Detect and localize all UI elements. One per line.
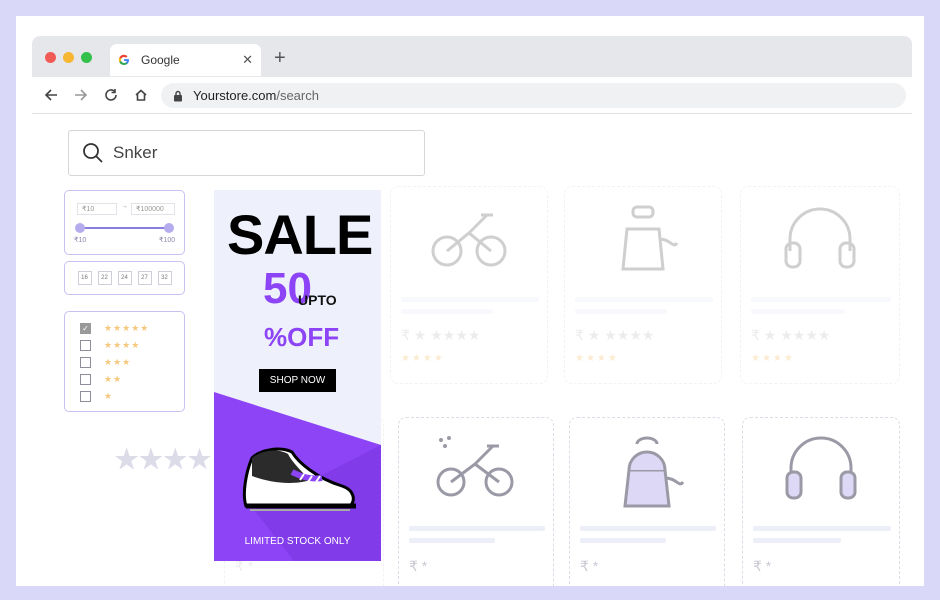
back-arrow-icon[interactable] <box>42 86 60 104</box>
price-min-input[interactable]: ₹10 <box>77 203 117 215</box>
size-option[interactable]: 24 <box>117 271 132 285</box>
sale-banner[interactable]: SALE 50 UPTO %OFF SHOP NOW LIMITED STOCK… <box>214 190 381 561</box>
product-card[interactable]: ₹ * <box>742 417 900 586</box>
home-icon[interactable] <box>132 86 150 104</box>
sneaker-icon <box>242 447 356 511</box>
size-option[interactable]: 32 <box>157 271 172 285</box>
kettle-icon <box>623 436 685 508</box>
range-max-label: ₹100 <box>159 237 176 244</box>
reload-icon[interactable] <box>102 86 120 104</box>
address-bar[interactable]: Yourstore.com/search <box>161 83 906 108</box>
checkbox[interactable] <box>80 340 91 351</box>
close-window-dot[interactable] <box>45 52 56 63</box>
maximize-window-dot[interactable] <box>81 52 92 63</box>
rating-option-1[interactable]: ★ ★★★★ <box>80 388 213 474</box>
product-card[interactable]: ₹ ★ ★★★★ ★★★★ <box>390 186 548 384</box>
bicycle-icon <box>431 213 507 267</box>
range-min-label: ₹10 <box>74 237 87 244</box>
bicycle-icon <box>436 436 514 497</box>
two-star-rating-icon: ★★ ★★★ <box>104 374 188 474</box>
checkbox[interactable] <box>80 391 91 402</box>
checkbox-checked[interactable]: ✓ <box>80 323 91 334</box>
lock-icon <box>174 90 182 101</box>
browser-tab[interactable]: Google ✕ <box>110 44 261 76</box>
size-filter: 16 22 24 27 32 <box>64 261 185 295</box>
close-tab-icon[interactable]: ✕ <box>242 52 253 68</box>
range-separator: → <box>121 203 128 210</box>
search-icon <box>83 143 103 163</box>
headphones-icon <box>784 207 856 269</box>
size-option[interactable]: 22 <box>97 271 112 285</box>
banner-sale-heading: SALE <box>227 203 373 266</box>
url-path: /search <box>276 88 319 103</box>
five-star-rating-icon: ★★★★★ <box>104 323 150 333</box>
rating-option-2[interactable]: ★★ ★★★ <box>80 371 188 474</box>
price-currency: ₹ * <box>409 558 428 574</box>
tab-title: Google <box>141 53 180 67</box>
checkbox[interactable] <box>80 374 91 385</box>
price-range-max-handle[interactable] <box>164 223 174 233</box>
product-card[interactable]: ₹ * <box>398 417 554 586</box>
product-card[interactable]: ₹ * <box>569 417 725 586</box>
product-card[interactable]: ₹ ★ ★★★★ ★★★★ <box>564 186 722 384</box>
google-logo-icon <box>118 54 129 66</box>
rating-option-3[interactable]: ★★★ ★★ <box>80 354 184 474</box>
price-filter: ₹10 → ₹100000 ₹10 ₹100 <box>64 190 185 255</box>
size-option[interactable]: 27 <box>137 271 152 285</box>
new-tab-icon[interactable]: + <box>274 48 286 68</box>
search-query: Snker <box>113 143 158 162</box>
url-host: Yourstore.com <box>193 88 277 103</box>
one-star-rating-icon: ★ ★★★★ <box>104 391 213 474</box>
rating-option-5[interactable]: ✓ ★★★★★ <box>80 320 184 337</box>
headphones-icon <box>785 436 857 500</box>
page-frame: Google ✕ + Yourstore.com/search Snker ₹1… <box>16 16 924 586</box>
three-star-rating-icon: ★★★ ★★ <box>104 357 164 474</box>
kettle-icon <box>621 205 679 271</box>
banner-limited-stock-text: LIMITED STOCK ONLY <box>244 536 351 547</box>
forward-arrow-icon[interactable] <box>72 86 90 104</box>
browser-toolbar: Yourstore.com/search <box>32 77 912 114</box>
minimize-window-dot[interactable] <box>63 52 74 63</box>
search-input[interactable]: Snker <box>68 130 425 176</box>
price-range-min-handle[interactable] <box>75 223 85 233</box>
four-star-rating-icon: ★★★★ ★ <box>104 340 141 474</box>
size-option[interactable]: 16 <box>77 271 92 285</box>
rating-filter: ✓ ★★★★★ ★★★★ ★ ★★★ ★★ ★★ ★★★ ★ ★★★★ <box>64 311 213 474</box>
price-max-input[interactable]: ₹100000 <box>131 203 175 215</box>
banner-off-label: %OFF <box>264 322 340 352</box>
checkbox[interactable] <box>80 357 91 368</box>
product-card[interactable]: ₹ ★ ★★★★ ★★★★ <box>740 186 900 384</box>
shop-now-button[interactable]: SHOP NOW <box>259 369 336 392</box>
price-range-track[interactable] <box>79 227 169 229</box>
banner-upto-label: UPTO <box>298 292 337 308</box>
rating-option-4[interactable]: ★★★★ ★ <box>80 337 184 474</box>
